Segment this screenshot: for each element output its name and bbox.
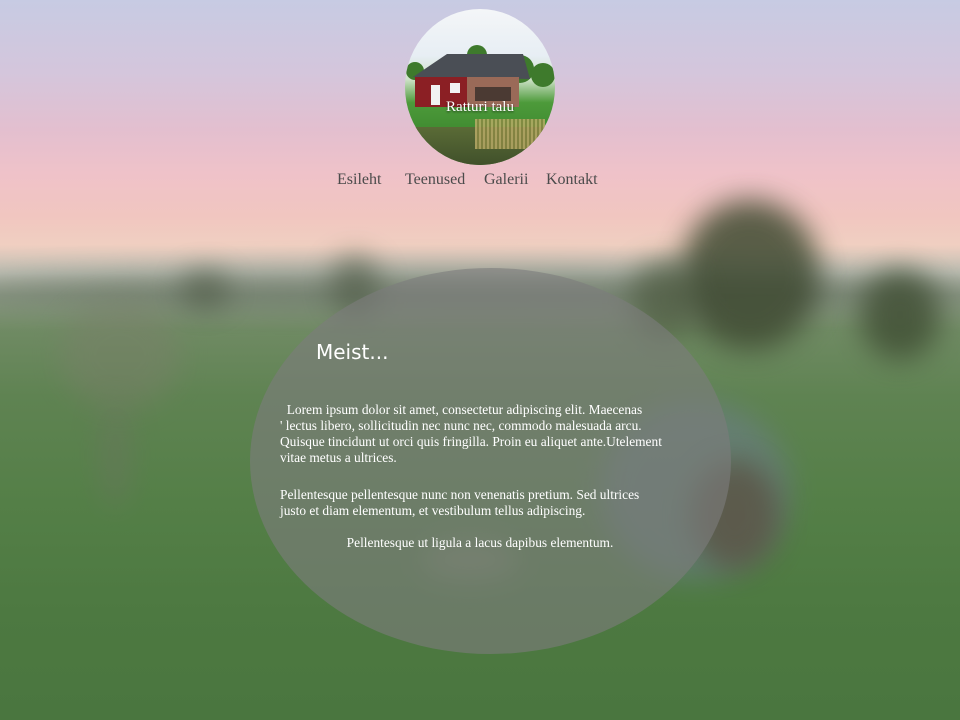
paragraph-1-line-1: Lorem ipsum dolor sit amet, consectetur … — [280, 402, 643, 417]
paragraph-2-line-2: justo et diam elementum, et vestibulum t… — [280, 503, 586, 518]
content-paragraph-2: Pellentesque pellentesque nunc non venen… — [280, 487, 700, 519]
nav-link-kontakt[interactable]: Kontakt — [546, 171, 598, 189]
nav-link-teenused[interactable]: Teenused — [405, 171, 465, 189]
main-nav: Esileht Teenused Galerii Kontakt — [0, 171, 960, 193]
site-title[interactable]: Ratturi talu — [405, 99, 555, 116]
content-paragraph-3: Pellentesque ut ligula a lacus dapibus e… — [346, 535, 614, 550]
paragraph-1-line-3: Quisque tincidunt ut orci quis fringilla… — [280, 434, 662, 449]
site-logo[interactable]: Ratturi talu — [405, 9, 555, 165]
paragraph-1-line-2: ' lectus libero, sollicitudin nec nunc n… — [280, 418, 642, 433]
content-paragraph-1: Lorem ipsum dolor sit amet, consectetur … — [280, 402, 710, 466]
content-heading: Meist... — [316, 340, 389, 364]
nav-link-esileht[interactable]: Esileht — [337, 171, 381, 189]
paragraph-1-line-4: vitae metus a ultrices. — [280, 450, 397, 465]
reeds — [475, 119, 545, 149]
paragraph-2-line-1: Pellentesque pellentesque nunc non venen… — [280, 487, 640, 502]
nav-link-galerii[interactable]: Galerii — [484, 171, 528, 189]
